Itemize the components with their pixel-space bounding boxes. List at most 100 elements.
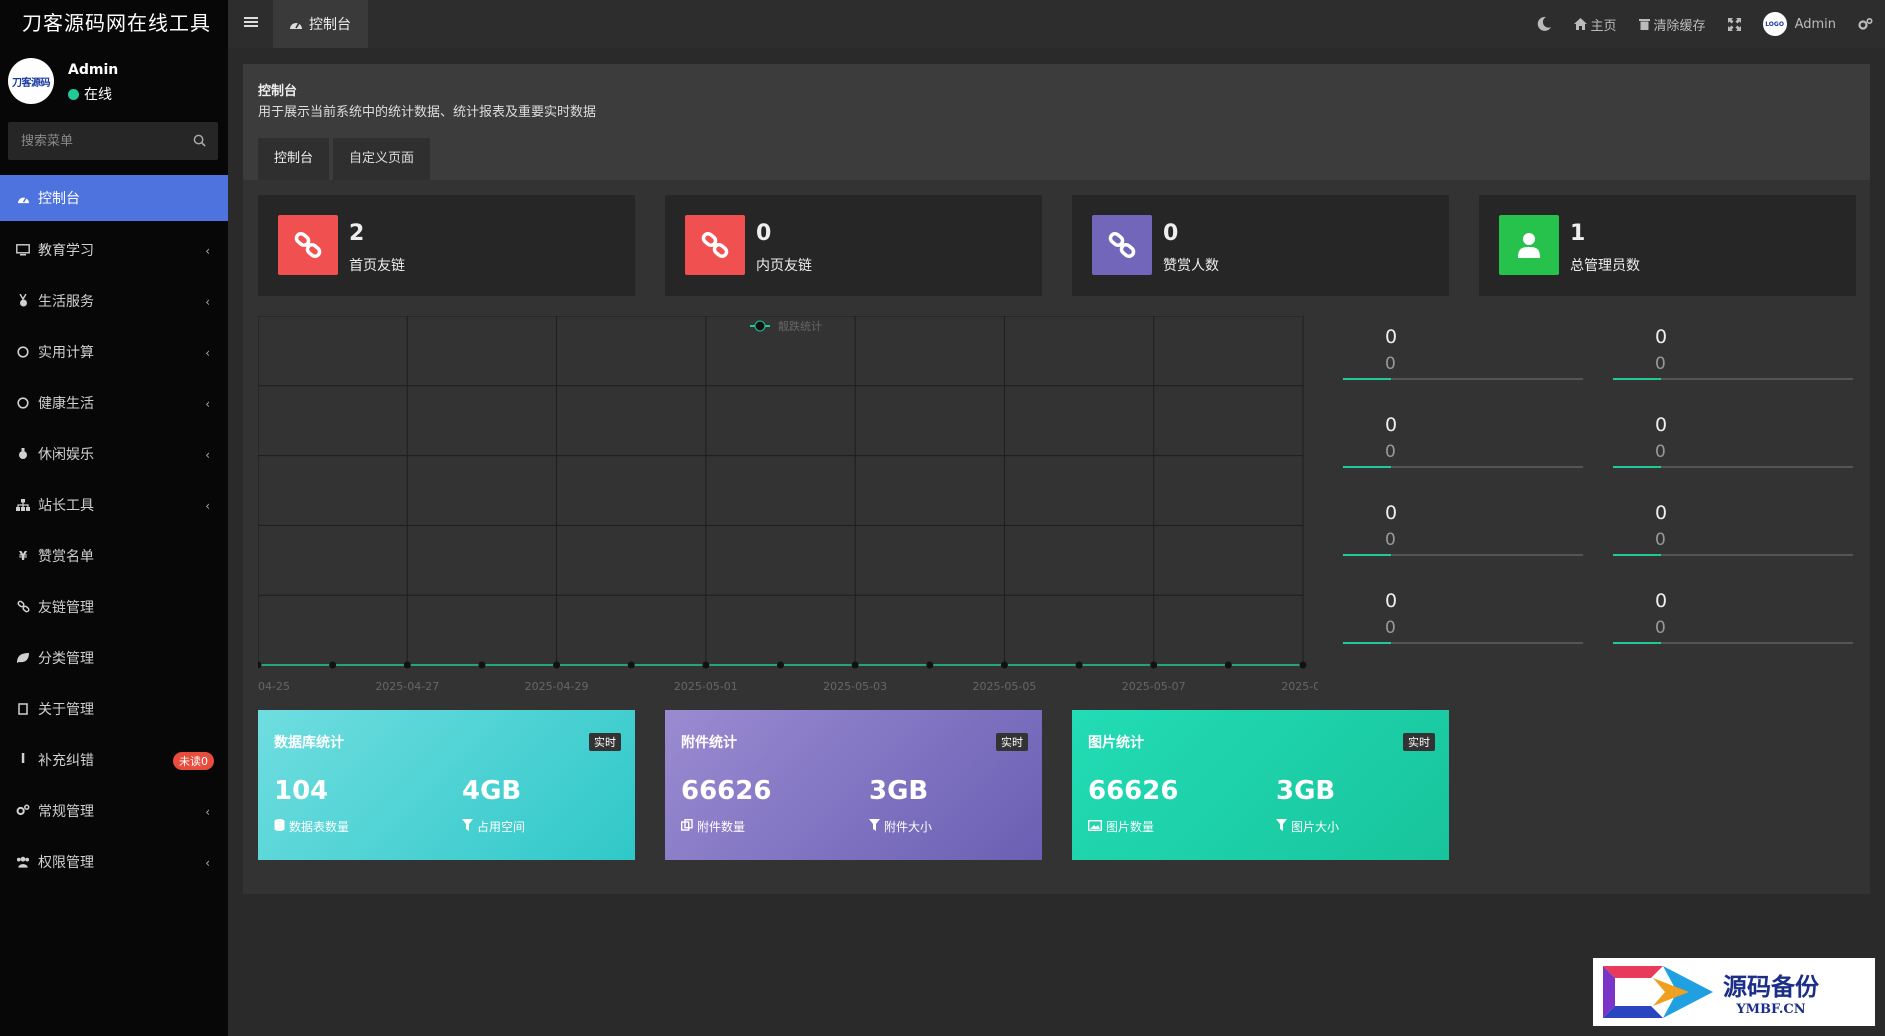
mini-stat-progress — [1343, 642, 1583, 644]
link-icon — [16, 600, 30, 614]
sidebar: 刀客源码网在线工具 刀客源码 Admin 在线 控制台教育学习‹生活服务‹实用计… — [0, 0, 228, 1036]
theme-toggle-button[interactable] — [1536, 16, 1552, 32]
hamburger-icon[interactable] — [244, 15, 258, 29]
header-avatar: LOGO — [1762, 12, 1787, 36]
card-subtitle: 数据表数量 — [274, 818, 349, 835]
fullscreen-button[interactable] — [1727, 17, 1741, 31]
leaf-icon — [16, 651, 30, 665]
x-tick-label: 2025-05-03 — [823, 680, 887, 693]
sidebar-item-label: 补充纠错 — [38, 752, 94, 769]
stat-value: 0 — [1163, 221, 1179, 246]
trash-icon — [1638, 19, 1650, 30]
data-point — [702, 661, 710, 669]
page-description: 用于展示当前系统中的统计数据、统计报表及重要实时数据 — [258, 105, 597, 120]
card-subtitle: 图片数量 — [1087, 818, 1155, 835]
sidebar-item-3[interactable]: 实用计算 ‹ — [0, 326, 228, 377]
stat-value: 2 — [349, 221, 365, 246]
tab-custom-page[interactable]: 自定义页面 — [333, 138, 431, 180]
sidebar-item-10[interactable]: 关于管理 — [0, 683, 228, 734]
data-point — [478, 661, 486, 669]
users-icon — [16, 855, 30, 869]
mini-stat: 00 — [1343, 404, 1583, 474]
card-value: 3GB — [1276, 776, 1336, 806]
user-menu[interactable]: LOGO Admin — [1762, 12, 1836, 36]
sidebar-item-13[interactable]: 权限管理 ‹ — [0, 836, 228, 887]
card-title: 附件统计 — [681, 735, 737, 751]
sidebar-item-5[interactable]: 休闲娱乐 ‹ — [0, 428, 228, 479]
tab-dashboard[interactable]: 控制台 — [273, 0, 368, 48]
stat-label: 赞赏人数 — [1163, 258, 1219, 274]
watermark-cn: 源码备份 — [1723, 972, 1819, 1001]
sidebar-item-4[interactable]: 健康生活 ‹ — [0, 377, 228, 428]
sidebar-item-label: 控制台 — [38, 191, 80, 207]
settings-button[interactable] — [1858, 17, 1873, 31]
card-value: 104 — [274, 776, 329, 806]
mini-stat-progress — [1343, 378, 1583, 380]
stat-label: 首页友链 — [349, 258, 405, 274]
copy-icon — [680, 818, 693, 834]
card-subtitle: 占用空间 — [462, 818, 525, 835]
stat-value: 0 — [756, 221, 772, 246]
sidebar-item-11[interactable]: I 补充纠错 未读0 — [0, 734, 228, 785]
chevron-left-icon: ‹ — [205, 805, 210, 819]
chevron-left-icon: ‹ — [205, 244, 210, 258]
data-point — [1000, 661, 1008, 669]
sidebar-item-12[interactable]: 常规管理 ‹ — [0, 785, 228, 836]
sidebar-item-label: 关于管理 — [38, 701, 94, 718]
realtime-tag: 实时 — [996, 733, 1028, 751]
chevron-left-icon: ‹ — [205, 295, 210, 309]
header-user-name: Admin — [1794, 16, 1836, 32]
chevron-left-icon: ‹ — [205, 346, 210, 360]
realtime-tag: 实时 — [1403, 733, 1435, 751]
cogs-icon — [16, 804, 30, 818]
sidebar-item-label: 友链管理 — [38, 599, 94, 616]
summary-card: 附件统计 实时 66626 附件数量 3GB 附件大小 — [665, 710, 1042, 860]
card-subtitle-text: 附件大小 — [884, 820, 933, 834]
x-tick-label: 2025-0! — [1281, 680, 1318, 693]
card-value: 3GB — [869, 776, 929, 806]
tab-console[interactable]: 控制台 — [258, 138, 330, 180]
sidebar-item-6[interactable]: 站长工具 ‹ — [0, 479, 228, 530]
mini-stat-sub: 0 — [1655, 618, 1666, 638]
card-subtitle-text: 数据表数量 — [289, 820, 350, 834]
mini-stat-progress — [1613, 466, 1853, 468]
sidebar-search — [8, 122, 218, 160]
mini-stat-sub: 0 — [1385, 618, 1396, 638]
sidebar-item-0[interactable]: 控制台 — [0, 175, 228, 221]
mini-stat-value: 0 — [1385, 326, 1398, 348]
home-icon — [1573, 18, 1587, 30]
mini-stat-value: 0 — [1655, 414, 1668, 436]
mini-stats: 0000000000000000 — [1343, 316, 1863, 676]
x-tick-label: 2025-05-05 — [972, 680, 1036, 693]
sidebar-item-1[interactable]: 教育学习 ‹ — [0, 224, 228, 275]
mini-stat-progress — [1343, 466, 1583, 468]
watermark-text: 源码备份 YMBF.CN — [1723, 967, 1819, 1017]
database-icon — [274, 819, 285, 834]
home-link[interactable]: 主页 — [1573, 15, 1617, 34]
realtime-tag: 实时 — [589, 733, 621, 751]
card-subtitle-text: 图片数量 — [1106, 820, 1155, 834]
mini-stat-progress — [1613, 642, 1853, 644]
sidebar-item-2[interactable]: 生活服务 ‹ — [0, 275, 228, 326]
sidebar-item-label: 权限管理 — [38, 854, 94, 871]
data-point — [329, 661, 337, 669]
user-icon — [1499, 215, 1559, 275]
sidebar-item-label: 分类管理 — [38, 650, 94, 667]
mini-stat: 00 — [1343, 492, 1583, 562]
panel-header: 控制台 用于展示当前系统中的统计数据、统计报表及重要实时数据 控制台 自定义页面 — [243, 64, 1870, 180]
data-point — [777, 661, 784, 669]
data-point — [1075, 661, 1083, 669]
clear-cache-button[interactable]: 清除缓存 — [1638, 15, 1706, 34]
sidebar-item-8[interactable]: 友链管理 — [0, 581, 228, 632]
mini-stat-sub: 0 — [1385, 530, 1396, 550]
sidebar-item-7[interactable]: ¥ 赞赏名单 — [0, 530, 228, 581]
search-icon[interactable] — [193, 134, 206, 147]
top-nav: 主页 清除缓存 LOGO Admin — [1536, 0, 1885, 48]
watermark-glyph: 码 — [1622, 979, 1648, 1009]
card-title: 数据库统计 — [274, 735, 344, 751]
app-title[interactable]: 刀客源码网在线工具 — [0, 0, 228, 46]
search-input[interactable] — [8, 122, 178, 160]
sitemap-icon — [16, 498, 30, 512]
content-panel: 控制台 用于展示当前系统中的统计数据、统计报表及重要实时数据 控制台 自定义页面… — [243, 64, 1870, 894]
sidebar-item-9[interactable]: 分类管理 — [0, 632, 228, 683]
